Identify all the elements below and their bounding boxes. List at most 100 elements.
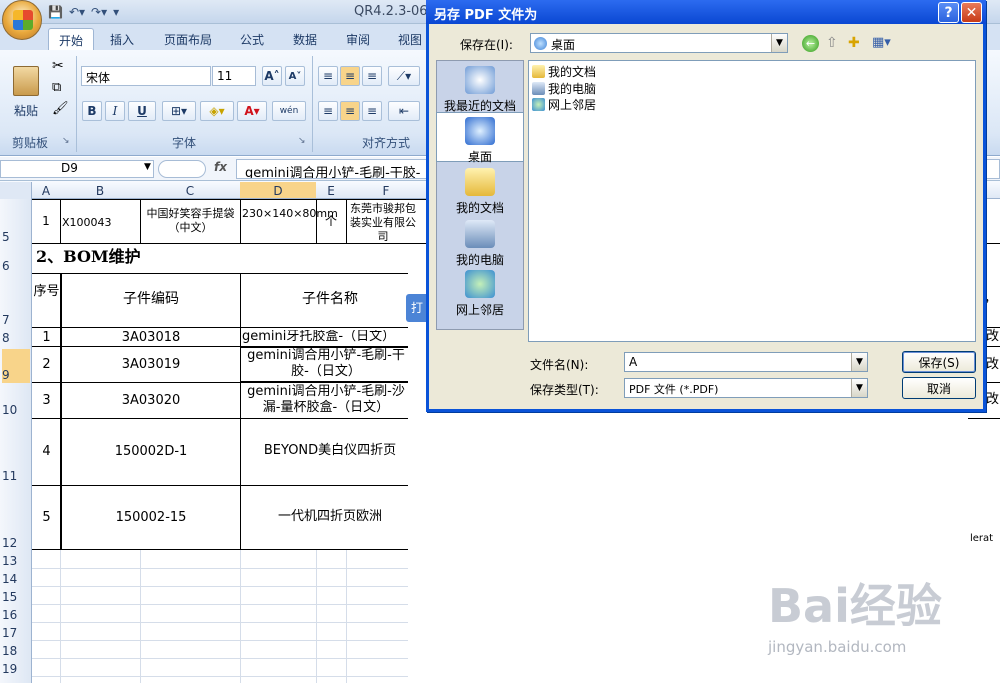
help-icon[interactable]: ? xyxy=(938,2,959,23)
item-code[interactable]: 3A03018 xyxy=(62,331,240,345)
grow-font-button[interactable]: A˄ xyxy=(262,66,282,86)
name-box-dropdown-icon[interactable]: ▼ xyxy=(144,162,151,172)
place-my-computer[interactable]: 我的电脑 xyxy=(436,220,524,268)
column-header-f[interactable]: F xyxy=(346,184,426,198)
bold-button[interactable]: B xyxy=(82,101,102,121)
align-center-icon[interactable]: ≡ xyxy=(340,101,360,121)
row-header[interactable]: 11 xyxy=(2,469,30,483)
underline-button[interactable]: U xyxy=(128,101,156,121)
new-folder-icon[interactable]: ✚ xyxy=(848,35,860,51)
partial-cell[interactable]: lerat xyxy=(970,532,993,546)
row-header[interactable]: 14 xyxy=(2,572,30,586)
font-color-button[interactable]: A▾ xyxy=(237,101,267,121)
save-in-dropdown-icon[interactable]: ▼ xyxy=(771,34,787,52)
tab-view[interactable]: 视图 xyxy=(398,28,422,50)
paste-button[interactable]: 粘贴 xyxy=(6,56,46,128)
item-code[interactable]: 3A03020 xyxy=(62,394,240,408)
cut-icon[interactable]: ✂ xyxy=(52,58,64,74)
save-button[interactable]: 保存(S) xyxy=(902,351,976,373)
customize-icon[interactable]: ▾ xyxy=(113,5,119,19)
item-name[interactable]: BEYOND美白仪四折页 xyxy=(242,444,418,458)
cell-b5[interactable]: X100043 xyxy=(62,216,140,230)
copy-icon[interactable]: ⧉ xyxy=(52,80,61,95)
cell-c5[interactable]: 中国好笑容手提袋（中文） xyxy=(141,207,240,235)
cell-f5[interactable]: 东莞市骏邦包装实业有限公司 xyxy=(347,202,419,244)
format-painter-icon[interactable]: 🖌 xyxy=(52,101,69,116)
align-left-icon[interactable]: ≡ xyxy=(318,101,338,121)
tab-page-layout[interactable]: 页面布局 xyxy=(164,28,212,50)
column-header-c[interactable]: C xyxy=(140,184,240,198)
back-icon[interactable]: ← xyxy=(802,35,819,52)
row-header[interactable]: 19 xyxy=(2,662,30,676)
tab-insert[interactable]: 插入 xyxy=(110,28,134,50)
clipboard-launcher-icon[interactable]: ↘ xyxy=(62,136,70,146)
row-header[interactable]: 16 xyxy=(2,608,30,622)
filetype-dropdown-icon[interactable]: ▼ xyxy=(851,379,867,397)
row-header[interactable]: 5 xyxy=(2,230,30,244)
tab-review[interactable]: 审阅 xyxy=(346,28,370,50)
row-header-selected[interactable]: 9 xyxy=(2,349,30,383)
header-name[interactable]: 子件名称 xyxy=(242,292,418,306)
save-in-combo[interactable]: 桌面 xyxy=(530,33,788,53)
item-seq[interactable]: 2 xyxy=(33,358,60,372)
place-my-documents[interactable]: 我的文档 xyxy=(436,168,524,216)
cancel-button[interactable]: 取消 xyxy=(902,377,976,399)
header-seq[interactable]: 序号 xyxy=(33,284,60,300)
row-header[interactable]: 7 xyxy=(2,313,30,327)
item-seq[interactable]: 1 xyxy=(33,331,60,345)
background-dialog-tab[interactable]: 打 xyxy=(406,294,428,322)
borders-button[interactable]: ⊞▾ xyxy=(162,101,196,121)
row-header[interactable]: 8 xyxy=(2,331,30,345)
cell-a5[interactable]: 1 xyxy=(32,214,60,228)
row-header[interactable]: 15 xyxy=(2,590,30,604)
orientation-icon[interactable]: ⟋▾ xyxy=(388,66,420,86)
list-item[interactable]: 我的文档 xyxy=(532,63,596,80)
list-item[interactable]: 我的电脑 xyxy=(532,80,596,97)
filename-dropdown-icon[interactable]: ▼ xyxy=(851,353,867,371)
item-seq[interactable]: 4 xyxy=(33,445,60,459)
insert-function-icon[interactable]: fx xyxy=(214,160,227,174)
item-seq[interactable]: 3 xyxy=(33,394,60,408)
partial-cell[interactable]: 改 xyxy=(986,330,999,344)
cell-e5[interactable]: 个 xyxy=(316,214,346,228)
row-header[interactable]: 12 xyxy=(2,536,30,550)
section-title[interactable]: 2、BOM维护 xyxy=(36,249,141,265)
item-name[interactable]: gemini调合用小铲-毛刷-沙漏-量杯胶盒-（日文） xyxy=(244,384,408,417)
column-header-d[interactable]: D xyxy=(240,182,316,198)
item-code[interactable]: 150002-15 xyxy=(62,511,240,525)
formula-expand-handle[interactable] xyxy=(158,160,206,178)
up-folder-icon[interactable]: ⇧ xyxy=(826,35,838,51)
partial-cell[interactable]: 改 xyxy=(986,393,999,407)
header-code[interactable]: 子件编码 xyxy=(62,292,240,306)
place-desktop[interactable]: 桌面 xyxy=(436,112,524,164)
tab-data[interactable]: 数据 xyxy=(293,28,317,50)
filename-input[interactable]: A xyxy=(624,352,868,372)
item-name[interactable]: gemini牙托胶盒-（日文） xyxy=(242,330,408,344)
row-header[interactable]: 10 xyxy=(2,403,30,417)
align-bottom-icon[interactable]: ≡ xyxy=(362,66,382,86)
office-button[interactable] xyxy=(2,0,42,40)
font-name-combo[interactable]: 宋体 xyxy=(81,66,211,86)
item-name-selected[interactable]: gemini调合用小铲-毛刷-干胶-（日文） xyxy=(244,348,408,381)
row-header[interactable]: 13 xyxy=(2,554,30,568)
view-menu-icon[interactable]: ▦▾ xyxy=(872,35,891,50)
column-header-a[interactable]: A xyxy=(32,184,60,198)
align-right-icon[interactable]: ≡ xyxy=(362,101,382,121)
font-launcher-icon[interactable]: ↘ xyxy=(298,136,306,146)
row-header[interactable]: 6 xyxy=(2,259,30,273)
tab-home[interactable]: 开始 xyxy=(48,28,95,50)
decrease-indent-icon[interactable]: ⇤ xyxy=(388,101,420,121)
list-item[interactable]: 网上邻居 xyxy=(532,96,596,113)
row-header[interactable]: 17 xyxy=(2,626,30,640)
place-network[interactable]: 网上邻居 xyxy=(436,270,524,318)
place-recent-documents[interactable]: 我最近的文档 xyxy=(436,66,524,114)
align-top-icon[interactable]: ≡ xyxy=(318,66,338,86)
fill-color-button[interactable]: ◈▾ xyxy=(200,101,234,121)
italic-button[interactable]: I xyxy=(105,101,125,121)
column-header-e[interactable]: E xyxy=(316,184,346,198)
close-icon[interactable]: ✕ xyxy=(961,2,982,23)
item-seq[interactable]: 5 xyxy=(33,511,60,525)
select-all-corner[interactable] xyxy=(0,182,32,199)
undo-icon[interactable]: ↶▾ xyxy=(69,5,85,19)
column-header-b[interactable]: B xyxy=(60,184,140,198)
